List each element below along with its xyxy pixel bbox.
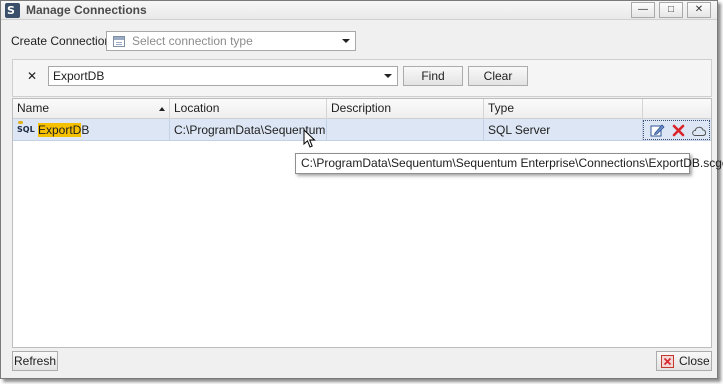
cell-name[interactable]: SQL ExportDB [13,119,170,141]
maximize-icon: □ [667,4,675,15]
row-actions [643,120,710,140]
location-tooltip: C:\ProgramData\Sequentum\Sequentum Enter… [295,153,723,174]
connection-type-icon [113,36,125,47]
clear-button[interactable]: Clear [468,66,528,86]
close-label: Close [679,354,710,368]
minimize-icon: — [638,4,648,15]
close-icon [661,355,674,368]
window-title: Manage Connections [26,3,147,17]
connections-grid: Name Location Description Type SQL Expor… [12,98,712,348]
app-logo-icon: S [5,3,20,18]
close-button[interactable]: Close [656,351,712,371]
grid-header: Name Location Description Type [13,99,711,119]
name-text: B [81,123,90,137]
close-window-button[interactable]: ✕ [687,2,711,18]
mouse-cursor-icon [303,129,316,148]
find-button[interactable]: Find [403,66,463,86]
cell-description[interactable] [327,119,484,141]
sort-ascending-icon [159,107,165,111]
search-match-highlight: ExportD [38,123,82,137]
column-header-name[interactable]: Name [13,99,170,119]
column-header-type[interactable]: Type [484,99,643,119]
manage-connections-window: S Manage Connections — □ ✕ Create Connec… [0,0,723,379]
minimize-button[interactable]: — [631,2,655,18]
title-bar[interactable]: S Manage Connections — □ ✕ [1,1,717,20]
search-input[interactable]: ExportDB [48,66,398,86]
star-icon [18,121,23,124]
close-icon: ✕ [694,4,704,15]
search-panel: ✕ ExportDB Find Clear [12,59,712,97]
sql-database-icon: SQL [17,125,35,134]
column-header-location[interactable]: Location [170,99,327,119]
column-header-description[interactable]: Description [327,99,484,119]
maximize-button[interactable]: □ [659,2,683,18]
chevron-down-icon [342,39,350,43]
edit-icon[interactable] [650,123,665,138]
clear-search-icon[interactable]: ✕ [27,69,37,83]
refresh-button[interactable]: Refresh [12,351,58,371]
cell-type[interactable]: SQL Server [484,119,643,141]
connection-type-select[interactable]: Select connection type [106,31,356,51]
cloud-icon[interactable] [691,125,707,137]
connection-type-placeholder: Select connection type [132,34,253,48]
search-value: ExportDB [53,69,105,83]
delete-icon[interactable] [672,124,685,137]
chevron-down-icon [384,74,392,78]
create-connection-label: Create Connection [11,34,112,48]
table-row[interactable]: SQL ExportDB C:\ProgramData\Sequentum...… [13,119,711,141]
